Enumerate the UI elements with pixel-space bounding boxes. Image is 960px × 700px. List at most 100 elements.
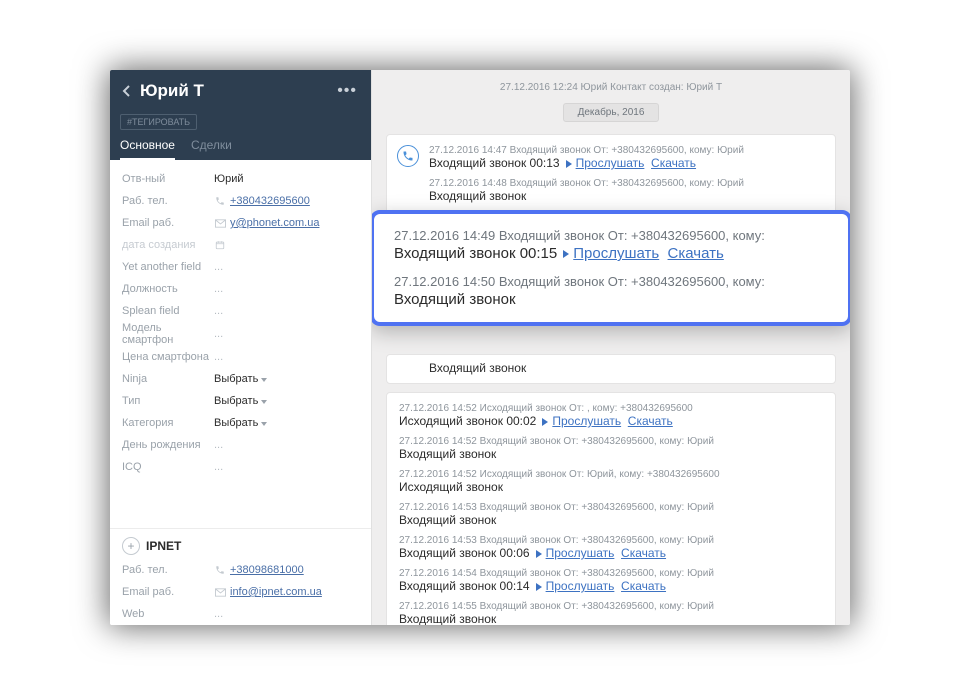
field-value[interactable]: Выбрать bbox=[214, 373, 359, 385]
call-meta: 27.12.2016 14:49 Входящий звонок От: +38… bbox=[394, 228, 828, 243]
field-label: Отв-ный bbox=[122, 173, 214, 185]
listen-link[interactable]: Прослушать bbox=[546, 579, 615, 593]
listen-link[interactable]: Прослушать bbox=[546, 546, 615, 560]
call-card: 27.12.2016 14:52 Исходящий звонок От: , … bbox=[386, 392, 836, 625]
field-label: Модель смартфон bbox=[122, 322, 214, 346]
field-value[interactable]: info@ipnet.com.ua bbox=[214, 586, 359, 598]
download-link[interactable]: Скачать bbox=[668, 245, 724, 262]
call-entry: 27.12.2016 14:53 Входящий звонок От: +38… bbox=[399, 535, 823, 560]
call-entry: 27.12.2016 14:54 Входящий звонок От: +38… bbox=[399, 568, 823, 593]
field-label: Ninja bbox=[122, 373, 214, 385]
download-link[interactable]: Скачать bbox=[621, 546, 666, 560]
field-value[interactable]: +38098681000 bbox=[214, 564, 359, 576]
field-value[interactable]: ... bbox=[214, 328, 359, 340]
field-label: Раб. тел. bbox=[122, 195, 214, 207]
field-value[interactable]: ... bbox=[214, 439, 359, 451]
chevron-down-icon bbox=[261, 395, 267, 407]
field-row: Раб. тел.+38098681000 bbox=[122, 559, 359, 581]
field-value[interactable] bbox=[214, 239, 359, 251]
field-value: Юрий bbox=[214, 173, 359, 185]
tab-main[interactable]: Основное bbox=[120, 138, 175, 160]
month-badge: Декабрь, 2016 bbox=[563, 103, 660, 122]
field-label: Email раб. bbox=[122, 217, 214, 229]
call-meta: 27.12.2016 14:53 Входящий звонок От: +38… bbox=[399, 502, 823, 513]
mail-icon bbox=[214, 217, 226, 229]
mail-icon bbox=[214, 586, 226, 598]
phone-icon bbox=[214, 195, 226, 207]
field-row: Email раб.info@ipnet.com.ua bbox=[122, 581, 359, 603]
field-label: ICQ bbox=[122, 461, 214, 473]
call-title: Исходящий звонок 00:02Прослушать Скачать bbox=[399, 414, 823, 428]
play-icon[interactable] bbox=[563, 250, 569, 258]
field-value[interactable]: ... bbox=[214, 261, 359, 273]
phone-icon bbox=[214, 564, 226, 576]
call-title: Входящий звонок bbox=[399, 447, 823, 461]
call-entry: 27.12.2016 14:50 Входящий звонок От: +38… bbox=[394, 274, 828, 308]
tab-deals[interactable]: Сделки bbox=[191, 138, 232, 160]
play-icon[interactable] bbox=[542, 418, 548, 426]
add-company-button[interactable]: + bbox=[122, 537, 140, 555]
field-row: Отв-ныйЮрий bbox=[122, 168, 359, 190]
field-label: Email раб. bbox=[122, 586, 214, 598]
fields-list: Отв-ныйЮрийРаб. тел.+380432695600Email р… bbox=[110, 160, 371, 528]
right-panel: 27.12.2016 12:24 Юрий Контакт создан: Юр… bbox=[372, 70, 850, 625]
field-row: NinjaВыбрать bbox=[122, 368, 359, 390]
field-value[interactable]: y@phonet.com.ua bbox=[214, 217, 359, 229]
call-card-partial: Входящий звонок bbox=[386, 354, 836, 384]
company-block: + IPNET Раб. тел.+38098681000Email раб.i… bbox=[110, 528, 371, 625]
download-link[interactable]: Скачать bbox=[651, 156, 696, 170]
download-link[interactable]: Скачать bbox=[628, 414, 673, 428]
call-meta: 27.12.2016 14:52 Исходящий звонок От: , … bbox=[399, 403, 823, 414]
call-meta: 27.12.2016 14:52 Исходящий звонок От: Юр… bbox=[399, 469, 823, 480]
field-value[interactable]: ... bbox=[214, 351, 359, 363]
select-trigger[interactable]: Выбрать bbox=[214, 417, 267, 429]
listen-link[interactable]: Прослушать bbox=[573, 245, 659, 262]
field-row: Раб. тел.+380432695600 bbox=[122, 190, 359, 212]
phone-icon bbox=[397, 145, 419, 167]
field-label: Yet another field bbox=[122, 261, 214, 273]
call-title: Входящий звонок 00:06Прослушать Скачать bbox=[399, 546, 823, 560]
call-title: Входящий звонок bbox=[399, 612, 823, 625]
call-title: Исходящий звонок bbox=[399, 480, 823, 494]
timeline-scroll[interactable]: 27.12.2016 12:24 Юрий Контакт создан: Юр… bbox=[372, 70, 850, 625]
play-icon[interactable] bbox=[536, 550, 542, 558]
more-menu-button[interactable]: ••• bbox=[337, 82, 361, 100]
call-entry: 27.12.2016 14:52 Входящий звонок От: +38… bbox=[399, 436, 823, 461]
select-trigger[interactable]: Выбрать bbox=[214, 395, 267, 407]
field-value[interactable]: ... bbox=[214, 305, 359, 317]
field-value[interactable]: Выбрать bbox=[214, 417, 359, 429]
highlighted-call-card: 27.12.2016 14:49 Входящий звонок От: +38… bbox=[372, 210, 850, 326]
field-row: ТипВыбрать bbox=[122, 390, 359, 412]
call-meta: 27.12.2016 14:48 Входящий звонок От: +38… bbox=[429, 178, 823, 189]
call-card: 27.12.2016 14:47 Входящий звонок От: +38… bbox=[386, 134, 836, 214]
call-title: Входящий звонок bbox=[399, 513, 823, 527]
call-meta: 27.12.2016 14:47 Входящий звонок От: +38… bbox=[429, 145, 823, 156]
chevron-down-icon bbox=[261, 417, 267, 429]
listen-link[interactable]: Прослушать bbox=[576, 156, 645, 170]
field-value[interactable]: ... bbox=[214, 608, 359, 620]
field-row: День рождения... bbox=[122, 434, 359, 456]
tag-button[interactable]: #ТЕГИРОВАТЬ bbox=[120, 114, 197, 130]
field-label: Категория bbox=[122, 417, 214, 429]
field-label: Web bbox=[122, 608, 214, 620]
field-label: дата создания bbox=[122, 239, 214, 251]
call-meta: 27.12.2016 14:54 Входящий звонок От: +38… bbox=[399, 568, 823, 579]
call-meta: 27.12.2016 14:55 Входящий звонок От: +38… bbox=[399, 601, 823, 612]
download-link[interactable]: Скачать bbox=[621, 579, 666, 593]
select-trigger[interactable]: Выбрать bbox=[214, 373, 267, 385]
play-icon[interactable] bbox=[566, 160, 572, 168]
call-entry: 27.12.2016 14:49 Входящий звонок От: +38… bbox=[394, 228, 828, 262]
field-value[interactable]: +380432695600 bbox=[214, 195, 359, 207]
field-row: Web... bbox=[122, 603, 359, 625]
back-button[interactable] bbox=[120, 84, 134, 98]
call-entry: 27.12.2016 14:48 Входящий звонок От: +38… bbox=[429, 178, 823, 203]
field-row: Модель смартфон... bbox=[122, 322, 359, 346]
field-value[interactable]: ... bbox=[214, 461, 359, 473]
call-title: Входящий звонок 00:13Прослушать Скачать bbox=[429, 156, 823, 170]
field-value[interactable]: ... bbox=[214, 283, 359, 295]
play-icon[interactable] bbox=[536, 583, 542, 591]
calendar-icon bbox=[214, 239, 226, 251]
field-value[interactable]: Выбрать bbox=[214, 395, 359, 407]
call-entry: 27.12.2016 14:53 Входящий звонок От: +38… bbox=[399, 502, 823, 527]
listen-link[interactable]: Прослушать bbox=[552, 414, 621, 428]
